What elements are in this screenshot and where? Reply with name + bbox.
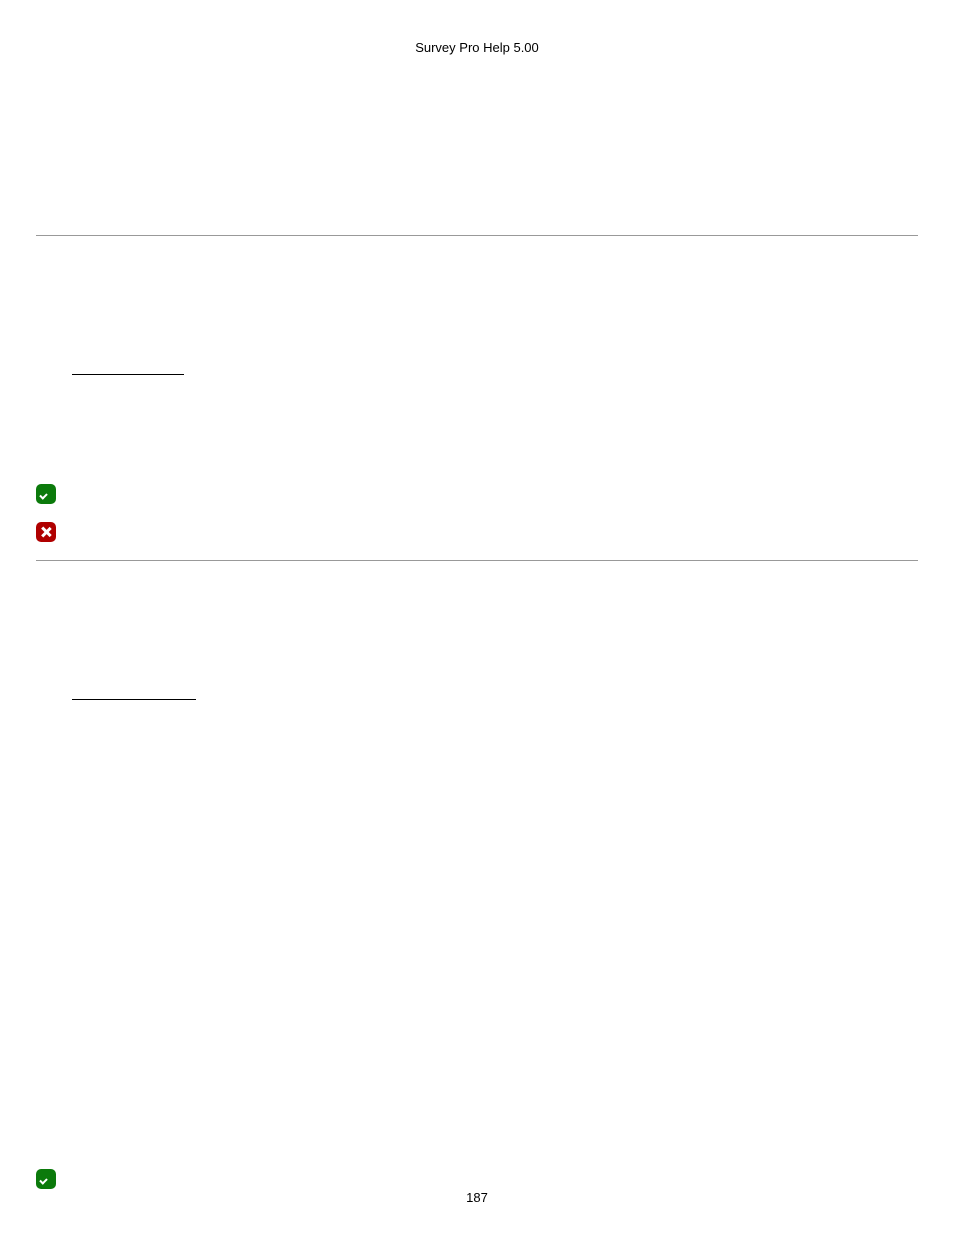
page-header-title: Survey Pro Help 5.00 bbox=[36, 40, 918, 55]
checkmark-icon bbox=[36, 1169, 56, 1189]
section-heading-underline-2 bbox=[36, 691, 918, 709]
icon-row-check-2 bbox=[36, 1169, 918, 1189]
cross-icon bbox=[36, 522, 56, 542]
section-heading-underline-1 bbox=[36, 366, 918, 384]
document-page: Survey Pro Help 5.00 187 bbox=[0, 0, 954, 1247]
page-number: 187 bbox=[0, 1190, 954, 1205]
spacer bbox=[36, 384, 918, 484]
spacer bbox=[36, 236, 918, 366]
spacer bbox=[36, 709, 918, 1169]
spacer bbox=[36, 561, 918, 691]
icon-row-check-1 bbox=[36, 484, 918, 504]
icon-row-cross bbox=[36, 522, 918, 542]
checkmark-icon bbox=[36, 484, 56, 504]
